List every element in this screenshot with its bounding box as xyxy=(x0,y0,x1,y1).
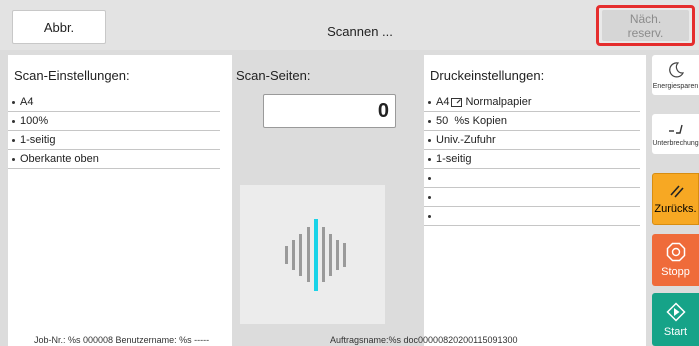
list-item-label: 1-seitig xyxy=(20,134,56,146)
reset-label: Zurücks. xyxy=(654,203,697,215)
cancel-label: Abbr. xyxy=(43,19,75,35)
scan-settings-panel: Scan-Einstellungen: A4 100% 1-seitig Obe… xyxy=(8,55,232,346)
energy-saver-label: Energiesparen xyxy=(652,82,699,90)
list-item: 50 %s Kopien xyxy=(424,112,640,131)
bullet-icon xyxy=(12,138,15,142)
next-reserve-highlight: Näch. reserv. xyxy=(596,5,695,46)
bullet-icon xyxy=(428,119,431,123)
bullet-icon xyxy=(428,138,431,142)
interrupt-button[interactable]: Unterbrechung xyxy=(652,114,699,154)
bullet-icon xyxy=(428,176,431,180)
next-reserve-label-2: reserv. xyxy=(627,25,664,40)
bullet-icon xyxy=(12,157,15,161)
start-button[interactable]: Start xyxy=(652,293,699,346)
list-item-label: 1-seitig xyxy=(436,153,472,165)
interrupt-label: Unterbrechung xyxy=(652,139,699,147)
list-item: 1-seitig xyxy=(8,131,220,150)
print-settings-panel: Druckeinstellungen: A4 Normalpapier 50 %… xyxy=(424,55,646,346)
list-item: 1-seitig xyxy=(424,150,640,169)
job-name-info: Auftragsname:%s doc00000820200115091300 xyxy=(330,335,518,345)
next-reserve-label-1: Näch. xyxy=(629,11,662,26)
bullet-icon xyxy=(12,100,15,104)
interrupt-icon xyxy=(668,124,683,134)
moon-icon xyxy=(668,61,684,77)
list-item: 100% xyxy=(8,112,220,131)
bullet-icon xyxy=(428,100,431,104)
top-bar: Abbr. Scannen ... Näch. reserv. xyxy=(0,0,699,50)
next-reserve-button[interactable]: Näch. reserv. xyxy=(602,10,689,41)
bullet-icon xyxy=(428,195,431,199)
stop-button[interactable]: Stopp xyxy=(652,234,699,286)
paper-icon xyxy=(451,97,463,107)
list-item-label: Univ.-Zufuhr xyxy=(436,134,496,146)
print-settings-title: Druckeinstellungen: xyxy=(430,68,545,83)
list-item-label: A4 xyxy=(20,96,34,108)
energy-saver-button[interactable]: Energiesparen xyxy=(652,55,699,95)
list-item: A4 xyxy=(8,93,220,112)
stop-icon xyxy=(666,242,685,262)
list-item-label: 50 %s Kopien xyxy=(436,115,507,127)
list-item-label: A4 xyxy=(436,96,450,108)
list-item-label: Oberkante oben xyxy=(20,153,99,165)
bullet-icon xyxy=(428,157,431,161)
reset-icon xyxy=(669,185,684,198)
list-item xyxy=(424,188,640,207)
list-item: A4 Normalpapier xyxy=(424,93,640,112)
stop-label: Stopp xyxy=(661,266,690,278)
scan-pages-panel: Scan-Seiten: 0 xyxy=(234,55,420,346)
scan-progress-animation xyxy=(240,185,385,324)
bullet-icon xyxy=(12,119,15,123)
scan-pages-title: Scan-Seiten: xyxy=(236,68,311,83)
job-info: Job-Nr.: %s 000008 Benutzername: %s ----… xyxy=(34,335,210,345)
status-footer: Job-Nr.: %s 000008 Benutzername: %s ----… xyxy=(0,334,650,346)
bullet-icon xyxy=(428,214,431,218)
list-item xyxy=(424,169,640,188)
start-label: Start xyxy=(663,325,688,338)
paper-type-label: Normalpapier xyxy=(465,96,532,108)
list-item: Univ.-Zufuhr xyxy=(424,131,640,150)
scanned-page-counter: 0 xyxy=(263,94,396,128)
print-settings-list: A4 Normalpapier 50 %s Kopien Univ.-Zufuh… xyxy=(424,93,646,226)
scan-settings-title: Scan-Einstellungen: xyxy=(14,68,130,83)
scan-wave-icon xyxy=(285,219,346,291)
status-text: Scannen ... xyxy=(327,24,393,39)
list-item-label: 100% xyxy=(20,115,49,127)
list-item: Oberkante oben xyxy=(8,150,220,169)
list-item xyxy=(424,207,640,226)
cancel-button[interactable]: Abbr. xyxy=(12,10,106,44)
reset-button[interactable]: Zurücks. xyxy=(652,173,699,225)
scan-settings-list: A4 100% 1-seitig Oberkante oben xyxy=(8,93,232,169)
start-icon xyxy=(665,301,686,322)
